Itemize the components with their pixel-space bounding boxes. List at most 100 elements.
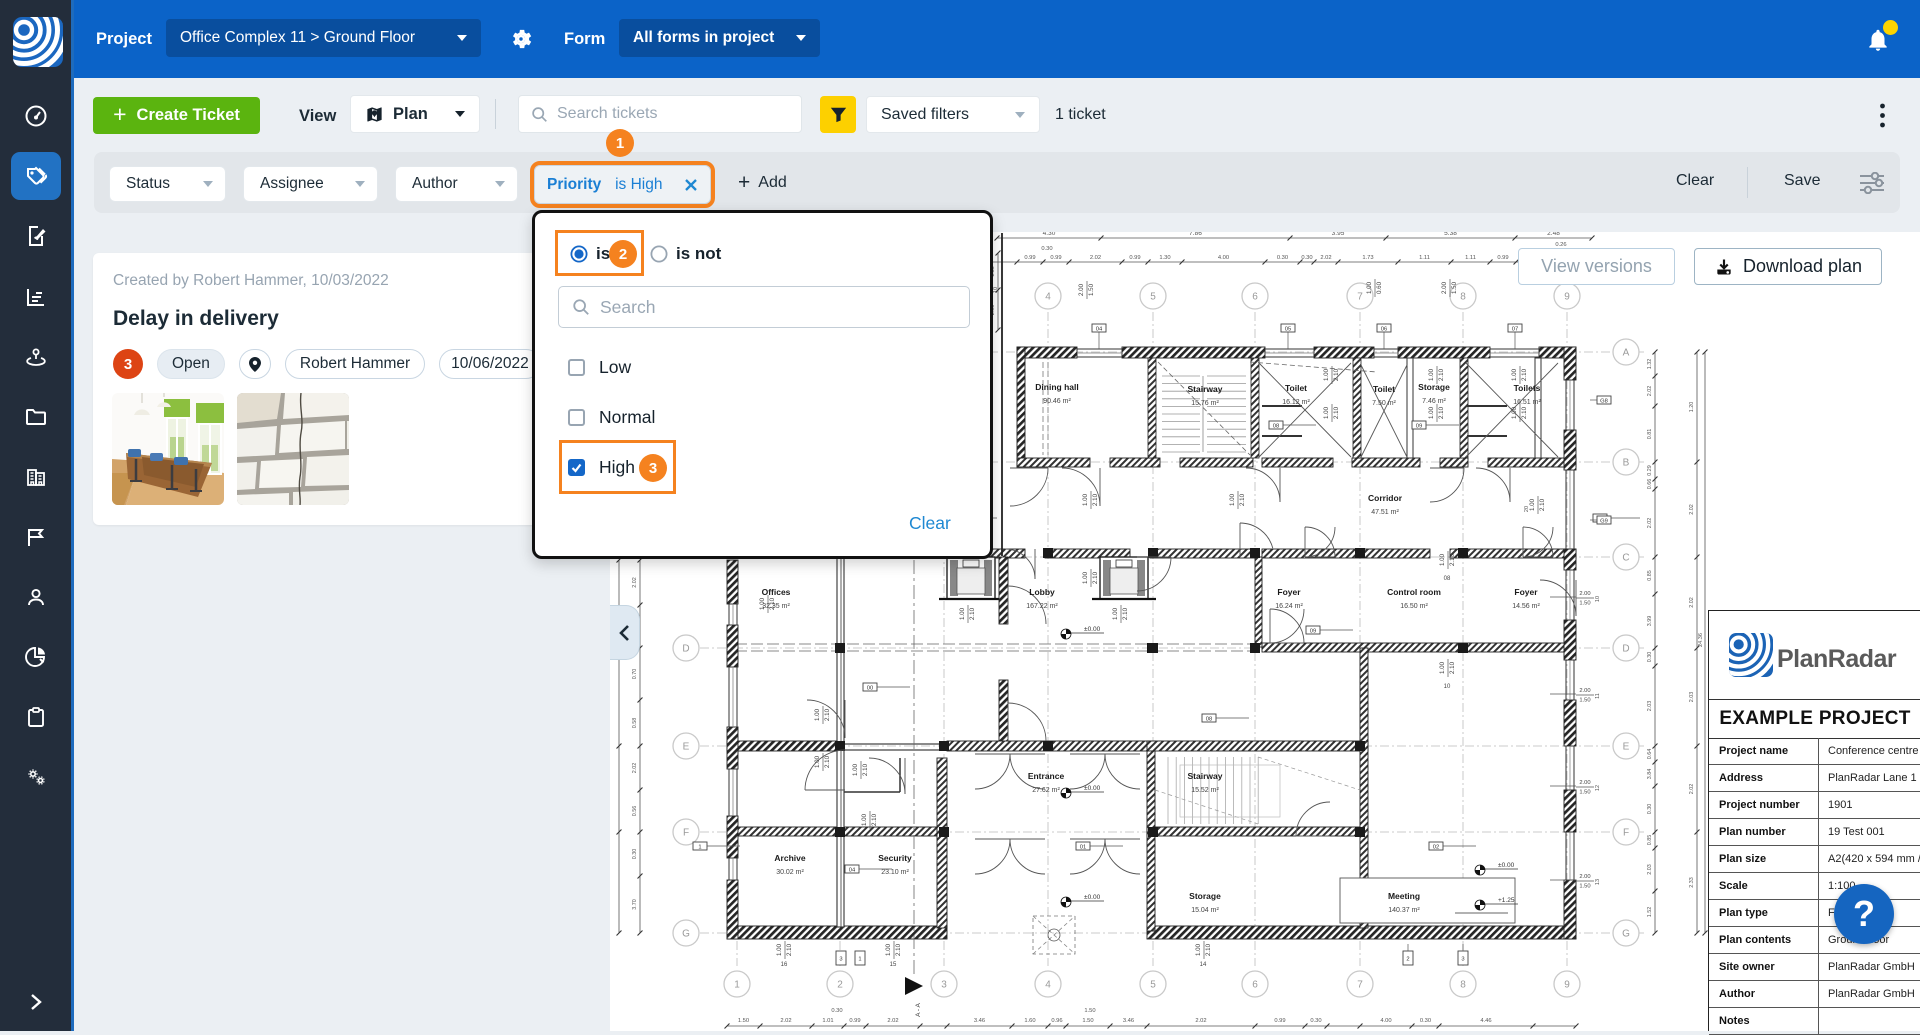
svg-text:2.02: 2.02 [1320,255,1331,261]
svg-text:1.30: 1.30 [1159,255,1170,261]
svg-text:1.00: 1.00 [1439,661,1446,674]
svg-text:1.00: 1.00 [1082,571,1089,584]
svg-text:Stairway: Stairway [1188,384,1223,394]
svg-text:16.12 m²: 16.12 m² [1282,399,1310,406]
svg-text:1.00: 1.00 [1112,607,1119,620]
svg-text:0.30: 0.30 [1277,255,1288,261]
svg-text:1.00: 1.00 [776,943,783,956]
svg-text:2.02: 2.02 [1090,255,1101,261]
svg-text:2.02: 2.02 [780,1018,791,1024]
svg-text:1.50: 1.50 [1579,698,1590,704]
svg-text:0.99: 0.99 [1024,255,1035,261]
svg-text:10: 10 [1444,684,1451,690]
svg-text:2.48: 2.48 [1547,232,1560,237]
svg-text:2.10: 2.10 [1122,607,1129,620]
svg-text:6: 6 [1252,980,1258,991]
svg-text:10: 10 [1595,596,1601,602]
svg-text:1.00: 1.00 [959,607,966,620]
svg-text:15.76 m²: 15.76 m² [1191,400,1219,407]
svg-text:2.10: 2.10 [1438,368,1445,381]
svg-text:2.10: 2.10 [1239,493,1246,506]
svg-text:2.10: 2.10 [1449,661,1456,674]
svg-text:2.10: 2.10 [769,597,776,610]
svg-text:7.86: 7.86 [1189,232,1202,237]
svg-text:1.00: 1.00 [1439,553,1446,566]
svg-text:2: 2 [1406,956,1409,962]
svg-text:2.00: 2.00 [1579,688,1590,694]
svg-text:09: 09 [1416,423,1422,429]
svg-text:G: G [1622,929,1630,940]
svg-text:6: 6 [1252,292,1258,303]
svg-text:7: 7 [1357,292,1363,303]
svg-text:0.85: 0.85 [1647,570,1653,581]
svg-text:1.00: 1.00 [1082,493,1089,506]
svg-text:09: 09 [1310,628,1316,634]
svg-text:3.99: 3.99 [1647,616,1653,627]
svg-text:D: D [1622,644,1629,655]
svg-text:32.35 m²: 32.35 m² [762,603,790,610]
svg-text:4: 4 [1045,980,1051,991]
svg-text:0.99: 0.99 [1274,1018,1285,1024]
svg-text:Storage: Storage [1418,382,1450,392]
svg-text:1.50: 1.50 [1082,1018,1093,1024]
svg-text:24.36: 24.36 [1698,633,1704,647]
svg-text:140.37 m²: 140.37 m² [1388,907,1420,914]
svg-text:0.30: 0.30 [1041,246,1052,252]
svg-text:2.03: 2.03 [1647,701,1653,712]
svg-text:A - A: A - A [915,1002,922,1016]
svg-text:2.00: 2.00 [1078,283,1085,296]
svg-text:16: 16 [781,962,788,968]
svg-text:1.11: 1.11 [1465,255,1476,261]
svg-text:E: E [1623,742,1630,753]
svg-text:1.60: 1.60 [1024,1018,1035,1024]
svg-text:0.56: 0.56 [632,806,638,817]
svg-text:1.00: 1.00 [852,763,859,776]
svg-text:0.85: 0.85 [1647,835,1653,846]
svg-text:2.02: 2.02 [1689,504,1695,515]
svg-text:23.10 m²: 23.10 m² [881,869,909,876]
svg-text:16.24 m²: 16.24 m² [1275,603,1303,610]
svg-text:B: B [1623,458,1630,469]
svg-text:2.10: 2.10 [871,813,878,826]
svg-text:±0.00: ±0.00 [1084,626,1101,633]
svg-text:1.50: 1.50 [1579,601,1590,607]
svg-text:2.00: 2.00 [1579,591,1590,597]
svg-text:0.60: 0.60 [1376,281,1383,294]
svg-text:F: F [1623,828,1629,839]
svg-text:±0.00: ±0.00 [1084,785,1101,792]
svg-text:3.46: 3.46 [1123,1018,1134,1024]
svg-text:2.10: 2.10 [1521,368,1528,381]
svg-text:7.46 m²: 7.46 m² [1422,398,1446,405]
svg-text:Meeting: Meeting [1388,891,1420,901]
svg-text:4: 4 [1045,292,1051,303]
svg-text:0.70: 0.70 [632,669,638,680]
svg-text:Storage: Storage [1189,891,1221,901]
svg-text:2.00: 2.00 [1579,874,1590,880]
svg-text:4.30: 4.30 [1043,232,1056,237]
svg-text:2.10: 2.10 [1333,368,1340,381]
svg-text:1.50: 1.50 [1088,283,1095,296]
svg-text:3: 3 [941,980,947,991]
svg-text:1.00: 1.00 [885,943,892,956]
svg-text:E: E [683,742,690,753]
svg-text:04: 04 [1096,326,1103,332]
svg-text:2.10: 2.10 [1092,493,1099,506]
svg-text:12: 12 [1595,785,1601,791]
svg-text:04: 04 [849,867,856,873]
svg-text:1.32: 1.32 [1647,359,1653,370]
svg-text:Control room: Control room [1387,587,1441,597]
svg-text:2.02: 2.02 [1689,784,1695,795]
svg-text:1.01: 1.01 [822,1018,833,1024]
svg-text:0.64: 0.64 [1647,749,1653,760]
svg-text:4.00: 4.00 [1380,1018,1391,1024]
svg-text:3.46: 3.46 [974,1018,985,1024]
svg-text:0.99: 0.99 [1050,255,1061,261]
svg-text:5: 5 [1150,980,1156,991]
svg-text:F: F [683,828,689,839]
svg-text:1: 1 [734,980,740,991]
svg-text:A: A [1623,348,1630,359]
svg-text:2.02: 2.02 [1647,518,1653,529]
svg-text:3.95: 3.95 [1332,232,1345,237]
svg-text:1: 1 [858,956,861,962]
svg-text:0.30: 0.30 [632,849,638,860]
